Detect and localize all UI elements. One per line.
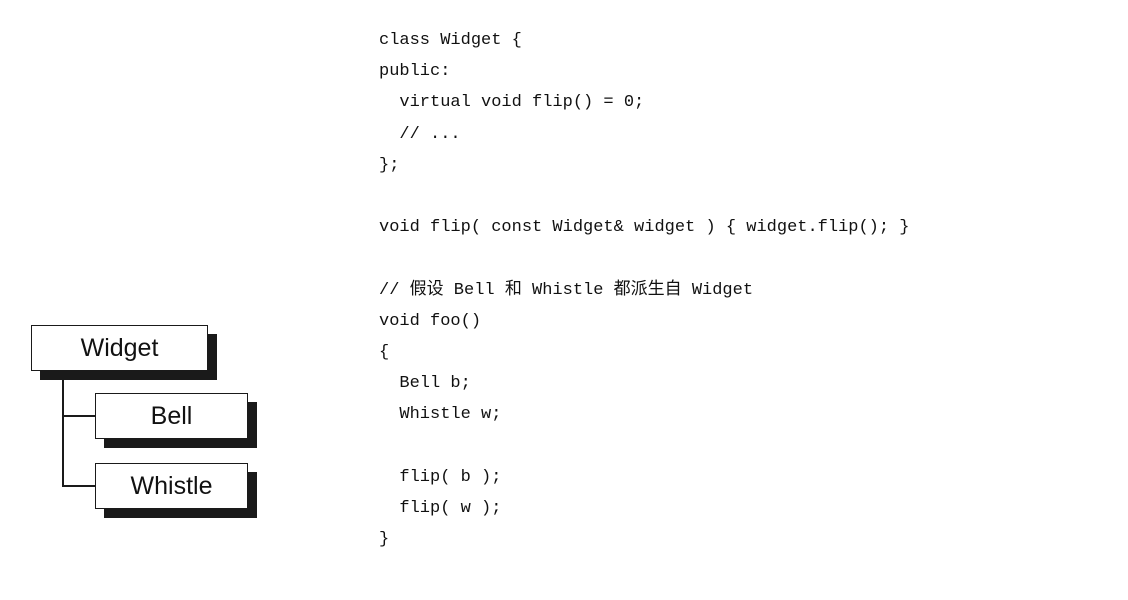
code-comment-line: // 假设 Bell 和 Whistle 都派生自 Widget <box>379 280 754 300</box>
class-box-bell: Bell <box>95 393 248 439</box>
code-line: flip( w ); <box>379 498 502 518</box>
code-line: } <box>379 530 390 549</box>
hierarchy-branch-bell <box>62 415 95 417</box>
code-line: // ... <box>379 124 461 144</box>
code-line: Bell b; <box>379 374 471 394</box>
code-listing: class Widget { public: virtual void flip… <box>379 25 910 555</box>
class-label-bell: Bell <box>150 401 193 430</box>
code-line: }; <box>379 155 400 175</box>
code-line: public: <box>379 62 451 82</box>
class-hierarchy-diagram: Widget Bell Whistle <box>0 0 300 600</box>
class-label-widget: Widget <box>80 333 159 362</box>
code-line: { <box>379 342 390 362</box>
code-line: class Widget { <box>379 31 522 50</box>
hierarchy-branch-whistle <box>62 485 95 487</box>
code-line: void foo() <box>379 311 482 331</box>
code-line: flip( b ); <box>379 467 502 487</box>
class-label-whistle: Whistle <box>130 471 213 500</box>
hierarchy-trunk-line <box>62 380 64 486</box>
code-line: virtual void flip() = 0; <box>379 93 645 113</box>
class-box-whistle: Whistle <box>95 463 248 509</box>
code-line: Whistle w; <box>379 405 502 425</box>
code-line: void flip( const Widget& widget ) { widg… <box>379 218 910 238</box>
class-box-widget: Widget <box>31 325 208 371</box>
